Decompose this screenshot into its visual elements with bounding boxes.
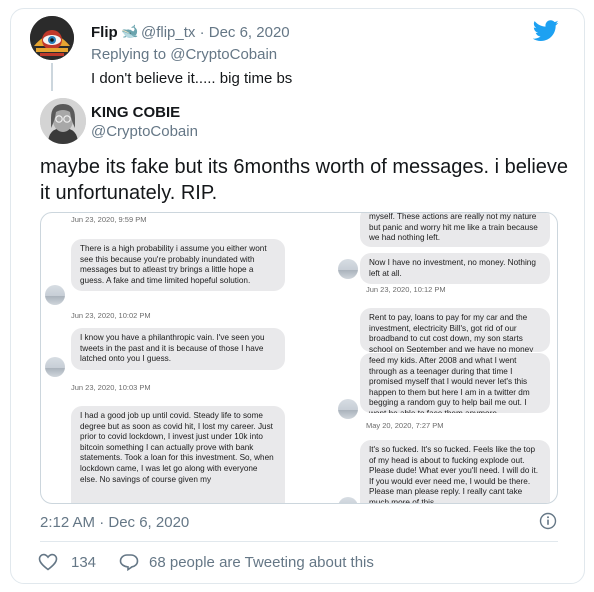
tweeting-about-link[interactable]: 68 people are Tweeting about this <box>149 554 374 571</box>
tweet-author-handle[interactable]: @CryptoCobain <box>91 123 198 140</box>
kingcobie-avatar[interactable] <box>40 98 86 144</box>
replying-to[interactable]: Replying to @CryptoCobain <box>91 46 277 63</box>
dm-sender-avatar <box>338 259 358 279</box>
dm-timestamp: Jun 23, 2020, 10:12 PM <box>366 285 446 294</box>
dm-message: myself. These actions are really not my … <box>360 213 550 247</box>
twitter-bird-icon[interactable] <box>533 20 559 42</box>
reply-author-handle[interactable]: @flip_tx · Dec 6, 2020 <box>141 24 290 41</box>
dm-sender-avatar <box>45 285 65 305</box>
reply-author-name[interactable]: Flip <box>91 24 118 41</box>
comment-icon[interactable] <box>119 553 139 571</box>
dm-message: There is a high probability i assume you… <box>71 239 285 292</box>
thread-line <box>51 63 53 91</box>
tweet-timestamp[interactable]: 2:12 AM · Dec 6, 2020 <box>40 514 189 531</box>
dm-timestamp: May 20, 2020, 7:27 PM <box>366 421 444 430</box>
heart-icon[interactable] <box>38 553 58 571</box>
dm-sender-avatar <box>338 399 358 419</box>
dm-screenshot-right: myself. These actions are really not my … <box>318 213 557 503</box>
dm-message: It's so fucked. It's so fucked. Feels li… <box>360 440 550 503</box>
like-count[interactable]: 134 <box>71 554 96 571</box>
tweet-media-image[interactable]: Jun 23, 2020, 9:59 PM There is a high pr… <box>40 212 558 504</box>
dm-message: Now I have no investment, no money. Noth… <box>360 253 550 285</box>
tweet-text: maybe its fake but its 6months worth of … <box>40 156 569 204</box>
dm-message: I know you have a philanthropic vain. I'… <box>71 328 285 370</box>
dm-sender-avatar <box>338 497 358 503</box>
whale-emoji-icon: 🐋 <box>121 23 139 39</box>
dm-message: feed my kids. After 2008 and what I went… <box>360 353 550 413</box>
tweet-author-name[interactable]: KING COBIE <box>91 104 180 121</box>
dm-sender-avatar <box>45 357 65 377</box>
dm-message: Rent to pay, loans to pay for my car and… <box>360 308 550 352</box>
flip-avatar[interactable] <box>30 16 74 60</box>
reply-text: I don't believe it..... big time bs <box>91 70 293 87</box>
info-icon[interactable] <box>539 512 557 530</box>
dm-timestamp: Jun 23, 2020, 10:03 PM <box>71 383 151 392</box>
dm-timestamp: Jun 23, 2020, 10:02 PM <box>71 311 151 320</box>
dm-message: I had a good job up until covid. Steady … <box>71 406 285 503</box>
dm-screenshot-left: Jun 23, 2020, 9:59 PM There is a high pr… <box>41 213 311 503</box>
footer-divider <box>40 541 558 542</box>
dm-timestamp: Jun 23, 2020, 9:59 PM <box>71 215 147 224</box>
